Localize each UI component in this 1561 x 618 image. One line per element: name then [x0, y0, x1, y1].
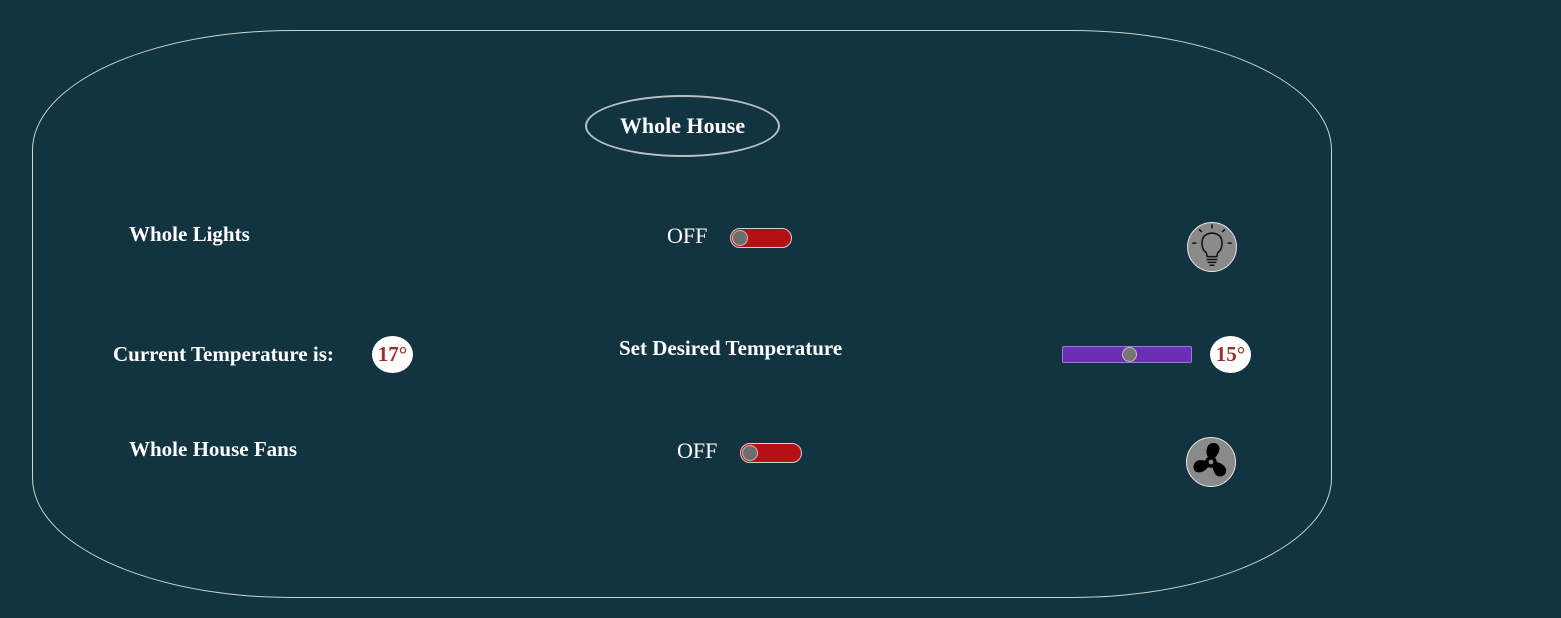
- desired-temperature-badge: 15°: [1210, 336, 1251, 373]
- whole-lights-label: Whole Lights: [129, 222, 250, 246]
- fan-icon[interactable]: [1186, 437, 1236, 487]
- desired-temperature-slider[interactable]: [1062, 346, 1192, 363]
- whole-house-fans-label: Whole House Fans: [129, 437, 298, 461]
- current-temperature-badge: 17°: [372, 336, 413, 373]
- lightbulb-icon[interactable]: [1187, 222, 1237, 272]
- fans-toggle-knob: [742, 445, 758, 461]
- lights-state-text: OFF: [667, 223, 708, 248]
- panel-title-text: Whole House: [619, 113, 746, 138]
- current-temperature-label: Current Temperature is:: [113, 342, 334, 366]
- desired-temperature-label: Set Desired Temperature: [619, 336, 843, 360]
- slider-thumb[interactable]: [1122, 347, 1137, 362]
- fans-toggle[interactable]: [740, 443, 802, 463]
- lights-toggle-knob: [732, 230, 748, 246]
- lights-toggle[interactable]: [730, 228, 792, 248]
- fans-state-text: OFF: [677, 438, 718, 463]
- panel-title: Whole House: [585, 95, 780, 157]
